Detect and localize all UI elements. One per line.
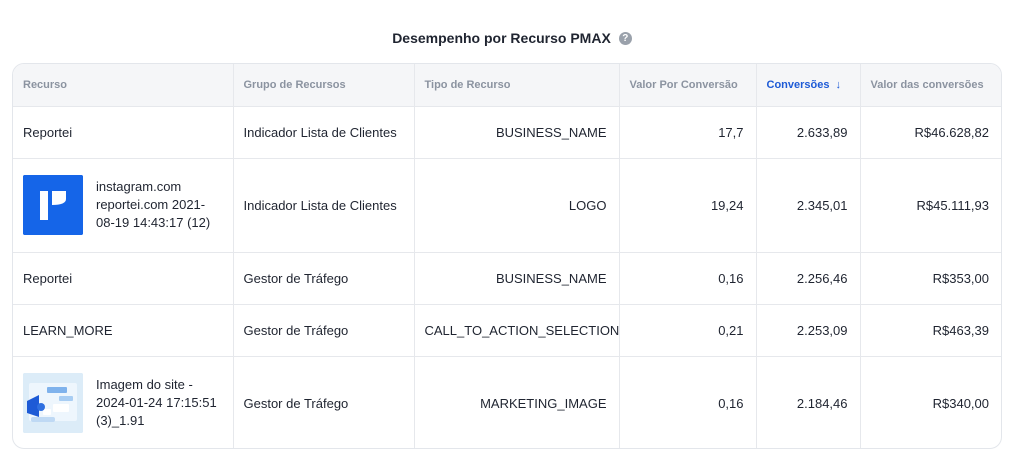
cell-conversion-value: R$46.628,82 [860,106,1001,159]
cell-type: BUSINESS_NAME [414,106,620,159]
table-row: Reportei Gestor de Tráfego BUSINESS_NAME… [13,252,1001,305]
cell-asset: Reportei [13,252,234,305]
cell-conversion-value: R$463,39 [860,304,1001,357]
cell-value-per-conversion: 0,21 [619,304,757,357]
cell-asset: Reportei [13,106,234,159]
cell-conversions: 2.633,89 [756,106,861,159]
column-header-recurso[interactable]: Recurso [13,64,234,107]
asset-name: Imagem do site - 2024-01-24 17:15:51 (3)… [96,377,217,429]
table-header-row: Recurso Grupo de Recursos Tipo de Recurs… [13,64,1001,107]
table-row: Reportei Indicador Lista de Clientes BUS… [13,106,1001,159]
cell-conversion-value: R$45.111,93 [860,158,1001,253]
column-header-label: Valor das conversões [870,78,984,91]
cell-asset: Imagem do site - 2024-01-24 17:15:51 (3)… [13,356,234,448]
cell-asset: instagram.com reportei.com 2021-08-19 14… [13,158,234,253]
column-header-grupo[interactable]: Grupo de Recursos [233,64,415,107]
table-row: instagram.com reportei.com 2021-08-19 14… [13,158,1001,253]
table-row: LEARN_MORE Gestor de Tráfego CALL_TO_ACT… [13,304,1001,357]
reportei-logo-icon [23,175,83,235]
page-title: Desempenho por Recurso PMAX [392,30,611,46]
cell-conversions: 2.184,46 [756,356,861,448]
cell-value-per-conversion: 17,7 [619,106,757,159]
cell-type: LOGO [414,158,620,253]
site-illustration-image [23,373,83,434]
help-icon[interactable]: ? [618,31,632,45]
cell-value-per-conversion: 0,16 [619,252,757,305]
column-header-tipo[interactable]: Tipo de Recurso [414,64,620,107]
cell-type: CALL_TO_ACTION_SELECTION [414,304,620,357]
column-header-label: Recurso [23,78,68,91]
column-header-label: Valor Por Conversão [629,78,738,91]
asset-name: instagram.com reportei.com 2021-08-19 14… [96,179,211,230]
cell-group: Gestor de Tráfego [233,252,415,305]
cell-group: Gestor de Tráfego [233,356,415,448]
cell-conversions: 2.256,46 [756,252,861,305]
cell-value-per-conversion: 19,24 [619,158,757,253]
column-header-valor-por-conversao[interactable]: Valor Por Conversão [619,64,757,107]
cell-conversions: 2.345,01 [756,158,861,253]
title-row: Desempenho por Recurso PMAX ? [0,30,1024,46]
cell-asset: LEARN_MORE [13,304,234,357]
table-row: Imagem do site - 2024-01-24 17:15:51 (3)… [13,356,1001,448]
sort-descending-icon: ↓ [835,78,841,91]
performance-table: Recurso Grupo de Recursos Tipo de Recurs… [12,63,1002,449]
cell-conversion-value: R$353,00 [860,252,1001,305]
cell-group: Indicador Lista de Clientes [233,106,415,159]
column-header-conversoes[interactable]: Conversões ↓ [756,64,861,107]
column-header-valor-das-conversoes[interactable]: Valor das conversões [860,64,1001,107]
cell-type: MARKETING_IMAGE [414,356,620,448]
cell-conversions: 2.253,09 [756,304,861,357]
column-header-label: Tipo de Recurso [424,78,511,91]
cell-group: Gestor de Tráfego [233,304,415,357]
column-header-label: Grupo de Recursos [243,78,346,91]
column-header-label: Conversões [766,78,830,91]
cell-value-per-conversion: 0,16 [619,356,757,448]
cell-conversion-value: R$340,00 [932,395,989,411]
cell-type: BUSINESS_NAME [414,252,620,305]
cell-group: Indicador Lista de Clientes [233,158,415,253]
